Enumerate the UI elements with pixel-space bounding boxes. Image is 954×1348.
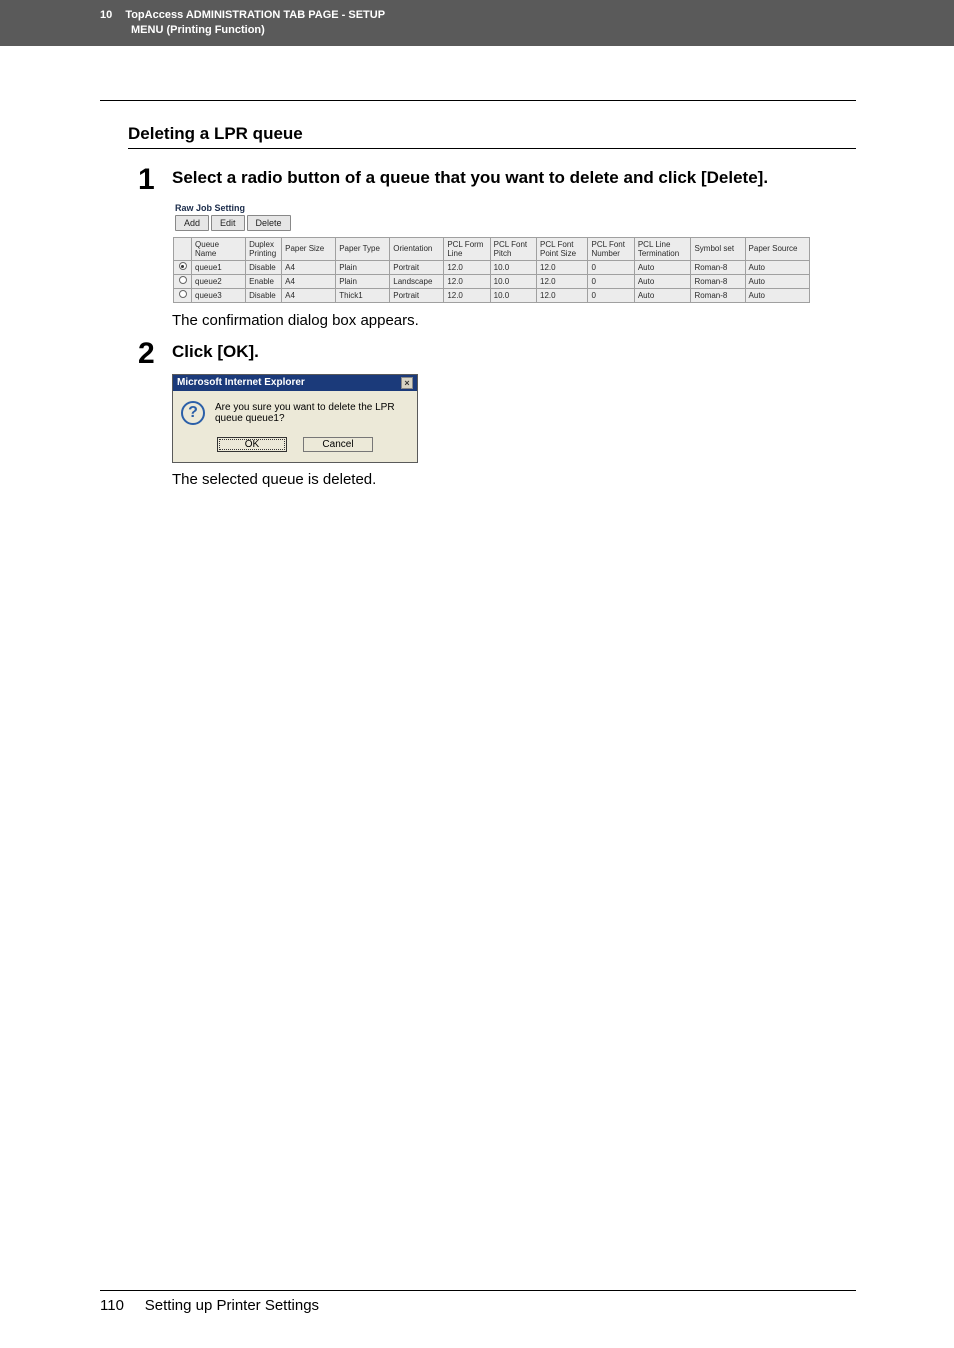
- cell: A4: [282, 274, 336, 288]
- cancel-button[interactable]: Cancel: [303, 437, 373, 452]
- step-2-title: Click [OK].: [172, 341, 856, 364]
- cell: Roman-8: [691, 274, 745, 288]
- step-1-number: 1: [128, 165, 172, 329]
- col-font-pitch: PCL Font Pitch: [490, 237, 536, 260]
- raw-job-panel: Raw Job Setting Add Edit Delete Queue Na…: [172, 200, 856, 304]
- dialog-message: Are you sure you want to delete the LPR …: [215, 402, 409, 424]
- cell: 10.0: [490, 260, 536, 274]
- table-row: queue1DisableA4PlainPortrait12.010.012.0…: [174, 260, 810, 274]
- chapter-title-line2: MENU (Printing Function): [131, 23, 954, 38]
- section-title: Deleting a LPR queue: [128, 124, 856, 144]
- cell: Auto: [745, 274, 809, 288]
- cell: Enable: [246, 274, 282, 288]
- col-line-term: PCL Line Termination: [634, 237, 691, 260]
- delete-button[interactable]: Delete: [247, 215, 291, 231]
- queue-radio[interactable]: [174, 288, 192, 302]
- cell: 0: [588, 274, 634, 288]
- col-duplex: Duplex Printing: [246, 237, 282, 260]
- cell: 12.0: [444, 260, 490, 274]
- footer-rule: [100, 1290, 856, 1291]
- close-icon[interactable]: ×: [401, 377, 413, 389]
- table-row: queue3DisableA4Thick1Portrait12.010.012.…: [174, 288, 810, 302]
- cell: Portrait: [390, 288, 444, 302]
- chapter-title-line1: TopAccess ADMINISTRATION TAB PAGE - SETU…: [125, 9, 385, 21]
- step-1-title: Select a radio button of a queue that yo…: [172, 167, 856, 190]
- cell: Thick1: [336, 288, 390, 302]
- col-paper-size: Paper Size: [282, 237, 336, 260]
- cell: Auto: [745, 288, 809, 302]
- radio-icon[interactable]: [179, 276, 187, 284]
- cell: 10.0: [490, 274, 536, 288]
- cell: Disable: [246, 260, 282, 274]
- cell: Auto: [634, 274, 691, 288]
- table-row: queue2EnableA4PlainLandscape12.010.012.0…: [174, 274, 810, 288]
- step-2-number: 2: [128, 339, 172, 488]
- page-number: 110: [100, 1297, 124, 1314]
- cell: A4: [282, 260, 336, 274]
- raw-job-buttons: Add Edit Delete: [173, 215, 855, 237]
- cell: 12.0: [537, 288, 588, 302]
- step-2-caption: The selected queue is deleted.: [172, 471, 856, 488]
- dialog-titlebar: Microsoft Internet Explorer ×: [173, 375, 417, 391]
- cell: 0: [588, 288, 634, 302]
- ok-button[interactable]: OK: [217, 437, 287, 452]
- cell: A4: [282, 288, 336, 302]
- cell: 12.0: [537, 260, 588, 274]
- confirm-dialog: Microsoft Internet Explorer × Are you su…: [172, 374, 418, 463]
- add-button[interactable]: Add: [175, 215, 209, 231]
- radio-icon[interactable]: [179, 262, 187, 270]
- cell: Disable: [246, 288, 282, 302]
- col-radio: [174, 237, 192, 260]
- page: 10 TopAccess ADMINISTRATION TAB PAGE - S…: [0, 0, 954, 1348]
- col-paper-type: Paper Type: [336, 237, 390, 260]
- cell: Plain: [336, 260, 390, 274]
- top-rule: [100, 100, 856, 102]
- question-icon: [181, 401, 205, 425]
- cell: queue1: [192, 260, 246, 274]
- queue-radio[interactable]: [174, 260, 192, 274]
- col-paper-source: Paper Source: [745, 237, 809, 260]
- cell: queue3: [192, 288, 246, 302]
- cell: Auto: [634, 288, 691, 302]
- queue-table-head: Queue Name Duplex Printing Paper Size Pa…: [174, 237, 810, 260]
- cell: Landscape: [390, 274, 444, 288]
- chapter-number: 10: [100, 9, 112, 21]
- cell: Auto: [745, 260, 809, 274]
- cell: Roman-8: [691, 288, 745, 302]
- cell: 12.0: [444, 274, 490, 288]
- content: Deleting a LPR queue 1 Select a radio bu…: [128, 120, 856, 1276]
- cell: Roman-8: [691, 260, 745, 274]
- step-2: 2 Click [OK]. Microsoft Internet Explore…: [128, 339, 856, 488]
- col-symbol-set: Symbol set: [691, 237, 745, 260]
- page-footer: 110 Setting up Printer Settings: [100, 1290, 856, 1314]
- col-queue-name: Queue Name: [192, 237, 246, 260]
- cell: 0: [588, 260, 634, 274]
- col-orientation: Orientation: [390, 237, 444, 260]
- cell: 10.0: [490, 288, 536, 302]
- queue-table: Queue Name Duplex Printing Paper Size Pa…: [173, 237, 810, 303]
- footer-section: Setting up Printer Settings: [145, 1297, 319, 1314]
- cell: Auto: [634, 260, 691, 274]
- raw-job-title: Raw Job Setting: [173, 201, 855, 215]
- queue-table-body: queue1DisableA4PlainPortrait12.010.012.0…: [174, 260, 810, 302]
- cell: 12.0: [444, 288, 490, 302]
- col-font-point: PCL Font Point Size: [537, 237, 588, 260]
- edit-button[interactable]: Edit: [211, 215, 245, 231]
- step-1-caption: The confirmation dialog box appears.: [172, 312, 856, 329]
- col-form-line: PCL Form Line: [444, 237, 490, 260]
- section-rule: [128, 148, 856, 149]
- queue-radio[interactable]: [174, 274, 192, 288]
- col-font-number: PCL Font Number: [588, 237, 634, 260]
- radio-icon[interactable]: [179, 290, 187, 298]
- page-header: 10 TopAccess ADMINISTRATION TAB PAGE - S…: [0, 0, 954, 46]
- footer-text: 110 Setting up Printer Settings: [100, 1297, 856, 1314]
- cell: Plain: [336, 274, 390, 288]
- cell: queue2: [192, 274, 246, 288]
- cell: 12.0: [537, 274, 588, 288]
- step-1: 1 Select a radio button of a queue that …: [128, 165, 856, 329]
- cell: Portrait: [390, 260, 444, 274]
- dialog-title-text: Microsoft Internet Explorer: [177, 377, 305, 388]
